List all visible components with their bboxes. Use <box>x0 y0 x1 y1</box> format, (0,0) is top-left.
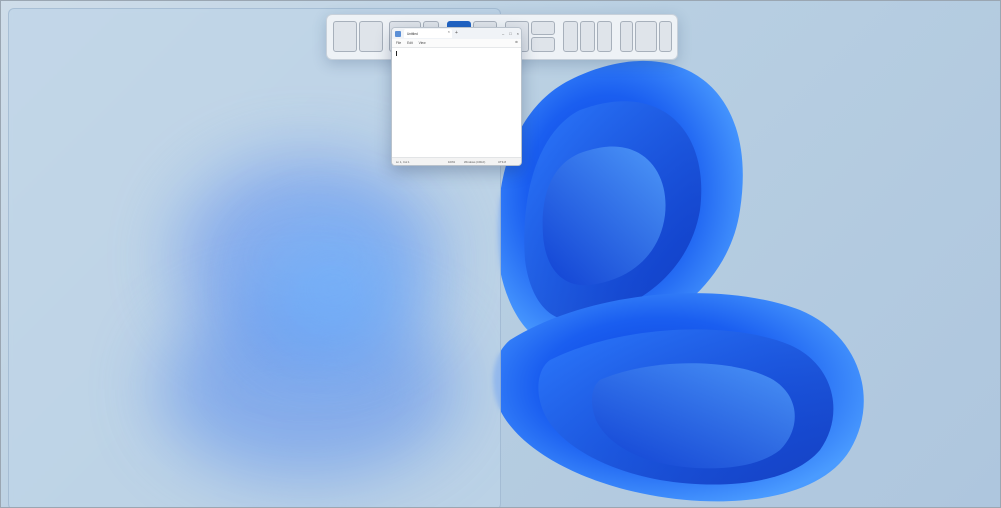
status-encoding: UTF-8 <box>498 160 506 164</box>
snap-layout-three-columns-center-wide[interactable] <box>620 21 672 52</box>
snap-layout-two-equal[interactable] <box>333 21 383 52</box>
notepad-app-icon <box>395 30 401 37</box>
menu-edit[interactable]: Edit <box>407 41 413 45</box>
snap-zone[interactable] <box>333 21 357 52</box>
tab-title: Untitled <box>407 31 418 36</box>
notepad-window[interactable]: Untitled × + – □ × File Edit View ⚙ Ln 1… <box>391 27 522 166</box>
snap-zone[interactable] <box>531 21 555 35</box>
status-cursor-position: Ln 1, Col 1 <box>396 160 410 164</box>
snap-zone[interactable] <box>635 21 657 52</box>
text-caret <box>396 51 397 56</box>
snap-zone[interactable] <box>620 21 633 52</box>
tab-untitled[interactable]: Untitled × <box>404 29 452 38</box>
desktop: Untitled × + – □ × File Edit View ⚙ Ln 1… <box>0 0 1001 508</box>
new-tab-button[interactable]: + <box>455 29 458 38</box>
text-editor-area[interactable] <box>392 48 521 158</box>
snap-zone[interactable] <box>531 37 555 52</box>
menu-view[interactable]: View <box>419 41 426 45</box>
snap-layout-three-equal-columns[interactable] <box>563 21 612 52</box>
notepad-statusbar: Ln 1, Col 1 100% Windows (CRLF) UTF-8 <box>392 157 521 165</box>
tab-close-icon[interactable]: × <box>448 29 450 34</box>
snap-zone[interactable] <box>597 21 612 52</box>
status-line-ending: Windows (CRLF) <box>464 160 486 164</box>
maximize-button[interactable]: □ <box>509 29 511 38</box>
close-button[interactable]: × <box>517 29 519 38</box>
menu-file[interactable]: File <box>396 41 401 45</box>
snap-zone[interactable] <box>563 21 578 52</box>
notepad-titlebar[interactable]: Untitled × + – □ × <box>392 28 521 39</box>
settings-gear-icon[interactable]: ⚙ <box>515 40 518 44</box>
snap-zone[interactable] <box>359 21 383 52</box>
minimize-button[interactable]: – <box>502 29 504 38</box>
status-zoom: 100% <box>448 160 456 164</box>
snap-zone[interactable] <box>580 21 595 52</box>
notepad-menubar: File Edit View ⚙ <box>392 39 521 48</box>
snap-zone[interactable] <box>659 21 672 52</box>
window-caption-buttons: – □ × <box>502 29 519 38</box>
